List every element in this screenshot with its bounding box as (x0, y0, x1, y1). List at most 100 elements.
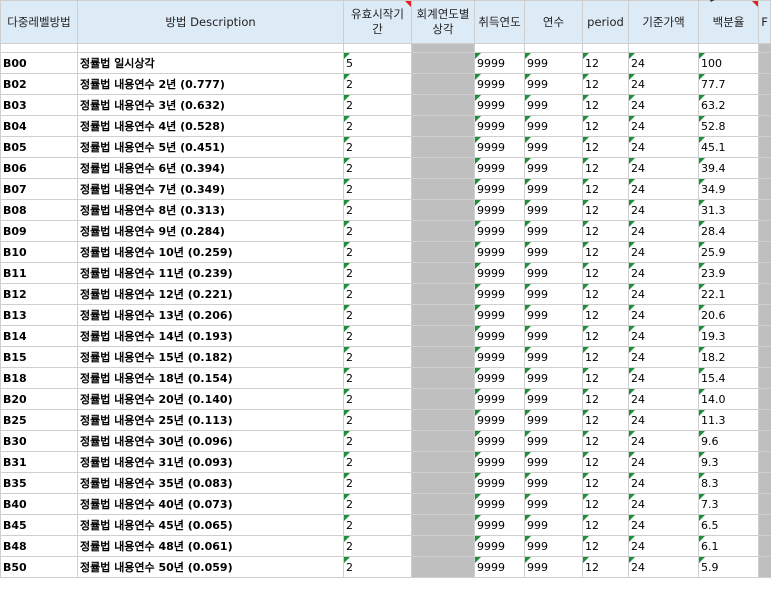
header-code[interactable]: 다중레벨방법 (0, 0, 78, 44)
cell-start-period[interactable]: 2 (343, 157, 412, 179)
cell-code[interactable]: B04 (0, 115, 78, 137)
cell-period[interactable]: 12 (582, 493, 629, 515)
cell-fiscal-depreciation[interactable] (411, 220, 475, 242)
cell-next-column[interactable] (758, 535, 771, 557)
cell-years[interactable]: 999 (524, 493, 583, 515)
cell-period[interactable]: 12 (582, 451, 629, 473)
cell-description[interactable]: 정률법 내용연수 25년 (0.113) (77, 409, 344, 431)
cell-acquisition-year[interactable]: 9999 (474, 52, 525, 74)
cell-start-period[interactable]: 2 (343, 535, 412, 557)
cell-start-period[interactable]: 2 (343, 472, 412, 494)
cell-code[interactable]: B30 (0, 430, 78, 452)
cell-acquisition-year[interactable]: 9999 (474, 157, 525, 179)
cell-period[interactable]: 12 (582, 262, 629, 284)
cell-base-amount[interactable]: 24 (628, 493, 699, 515)
cell-acquisition-year[interactable]: 9999 (474, 346, 525, 368)
cell-years[interactable]: 999 (524, 115, 583, 137)
cell-start-period[interactable]: 2 (343, 199, 412, 221)
cell-years[interactable]: 999 (524, 409, 583, 431)
cell-period[interactable]: 12 (582, 220, 629, 242)
cell-next-column[interactable] (758, 178, 771, 200)
cell-period[interactable]: 12 (582, 283, 629, 305)
cell-fiscal-depreciation[interactable] (411, 241, 475, 263)
cell-period[interactable]: 12 (582, 388, 629, 410)
cell-fiscal-depreciation[interactable] (411, 451, 475, 473)
cell-acquisition-year[interactable]: 9999 (474, 283, 525, 305)
cell-description[interactable]: 정률법 내용연수 48년 (0.061) (77, 535, 344, 557)
cell-percent[interactable]: 45.1 (698, 136, 759, 158)
cell-fiscal-depreciation[interactable] (411, 430, 475, 452)
cell-description[interactable]: 정률법 내용연수 50년 (0.059) (77, 556, 344, 578)
cell-years[interactable]: 999 (524, 472, 583, 494)
cell-next-column[interactable] (758, 94, 771, 116)
cell-code[interactable]: B20 (0, 388, 78, 410)
cell-next-column[interactable] (758, 220, 771, 242)
cell-acquisition-year[interactable]: 9999 (474, 514, 525, 536)
cell-description[interactable]: 정률법 내용연수 9년 (0.284) (77, 220, 344, 242)
cell-next-column[interactable] (758, 493, 771, 515)
cell-code[interactable]: B15 (0, 346, 78, 368)
cell-base-amount[interactable]: 24 (628, 514, 699, 536)
cell-percent[interactable]: 23.9 (698, 262, 759, 284)
cell-percent[interactable]: 6.1 (698, 535, 759, 557)
cell-base-amount[interactable]: 24 (628, 199, 699, 221)
cell-description[interactable]: 정률법 내용연수 15년 (0.182) (77, 346, 344, 368)
cell-percent[interactable]: 100 (698, 52, 759, 74)
cell-code[interactable]: B25 (0, 409, 78, 431)
cell-next-column[interactable] (758, 451, 771, 473)
cell-percent[interactable]: 28.4 (698, 220, 759, 242)
cell-years[interactable]: 999 (524, 73, 583, 95)
cell-acquisition-year[interactable]: 9999 (474, 556, 525, 578)
cell-period[interactable]: 12 (582, 472, 629, 494)
cell-description[interactable]: 정률법 내용연수 35년 (0.083) (77, 472, 344, 494)
cell-code[interactable]: B40 (0, 493, 78, 515)
cell-code[interactable]: B02 (0, 73, 78, 95)
cell-base-amount[interactable]: 24 (628, 52, 699, 74)
cell-next-column[interactable] (758, 325, 771, 347)
cell-base-amount[interactable]: 24 (628, 409, 699, 431)
cell-start-period[interactable]: 2 (343, 556, 412, 578)
cell-start-period[interactable]: 2 (343, 304, 412, 326)
cell-base-amount[interactable]: 24 (628, 535, 699, 557)
cell-fiscal-depreciation[interactable] (411, 283, 475, 305)
cell-description[interactable]: 정률법 내용연수 40년 (0.073) (77, 493, 344, 515)
cell-next-column[interactable] (758, 73, 771, 95)
cell-percent[interactable]: 14.0 (698, 388, 759, 410)
cell-base-amount[interactable]: 24 (628, 178, 699, 200)
cell-acquisition-year[interactable]: 9999 (474, 73, 525, 95)
cell-start-period[interactable]: 2 (343, 241, 412, 263)
header-next-column[interactable]: F (758, 0, 771, 44)
cell-base-amount[interactable]: 24 (628, 472, 699, 494)
cell-years[interactable]: 999 (524, 52, 583, 74)
cell-percent[interactable]: 9.6 (698, 430, 759, 452)
cell-base-amount[interactable]: 24 (628, 283, 699, 305)
cell-acquisition-year[interactable]: 9999 (474, 472, 525, 494)
cell-years[interactable]: 999 (524, 199, 583, 221)
cell-start-period[interactable]: 2 (343, 325, 412, 347)
cell-fiscal-depreciation[interactable] (411, 388, 475, 410)
cell-acquisition-year[interactable]: 9999 (474, 220, 525, 242)
cell-base-amount[interactable]: 24 (628, 220, 699, 242)
header-period[interactable]: period (582, 0, 629, 44)
cell-description[interactable]: 정률법 내용연수 4년 (0.528) (77, 115, 344, 137)
cell-fiscal-depreciation[interactable] (411, 136, 475, 158)
cell-code[interactable]: B18 (0, 367, 78, 389)
cell-percent[interactable]: 8.3 (698, 472, 759, 494)
cell-description[interactable]: 정률법 내용연수 14년 (0.193) (77, 325, 344, 347)
cell-description[interactable]: 정률법 내용연수 8년 (0.313) (77, 199, 344, 221)
cell-description[interactable]: 정률법 내용연수 6년 (0.394) (77, 157, 344, 179)
cell-percent[interactable]: 7.3 (698, 493, 759, 515)
cell-years[interactable]: 999 (524, 157, 583, 179)
cell-acquisition-year[interactable]: 9999 (474, 409, 525, 431)
cell-fiscal-depreciation[interactable] (411, 52, 475, 74)
cell-period[interactable]: 12 (582, 409, 629, 431)
cell-percent[interactable]: 5.9 (698, 556, 759, 578)
cell-years[interactable]: 999 (524, 178, 583, 200)
cell-description[interactable]: 정률법 내용연수 7년 (0.349) (77, 178, 344, 200)
cell-years[interactable]: 999 (524, 325, 583, 347)
cell-acquisition-year[interactable]: 9999 (474, 304, 525, 326)
cell-fiscal-depreciation[interactable] (411, 556, 475, 578)
cell-description[interactable]: 정률법 내용연수 30년 (0.096) (77, 430, 344, 452)
cell-start-period[interactable]: 2 (343, 430, 412, 452)
cell-start-period[interactable]: 2 (343, 136, 412, 158)
